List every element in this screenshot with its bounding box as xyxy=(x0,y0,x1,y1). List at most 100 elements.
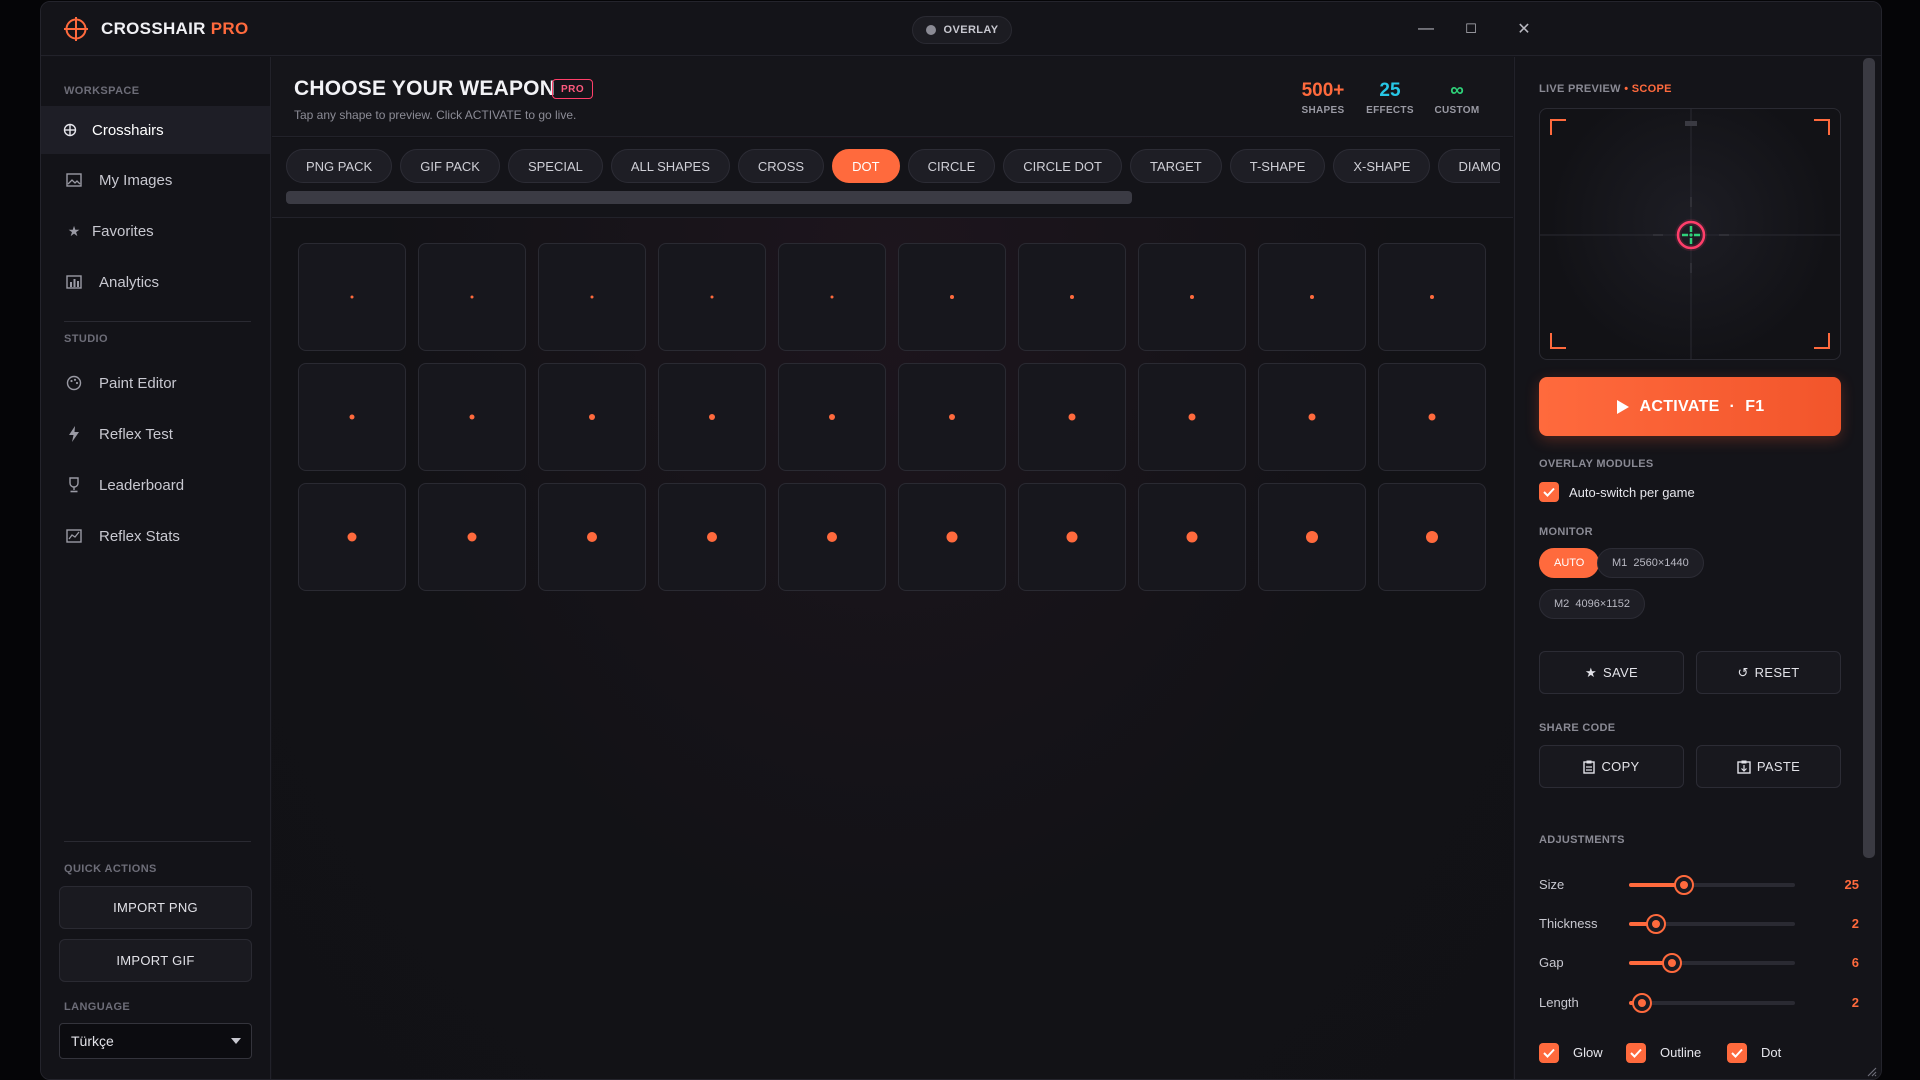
shape-tile[interactable] xyxy=(658,243,766,351)
tab-special[interactable]: SPECIAL xyxy=(507,149,603,183)
shape-tile[interactable] xyxy=(1258,363,1366,471)
sidebar-item-leaderboard[interactable]: Leaderboard xyxy=(41,461,270,509)
resize-grip-icon[interactable] xyxy=(1865,1065,1877,1077)
monitor-m1-button[interactable]: M1 2560×1440 xyxy=(1597,548,1704,578)
shape-tile[interactable] xyxy=(1378,483,1486,591)
close-button[interactable]: ✕ xyxy=(1515,20,1533,38)
shape-tile[interactable] xyxy=(778,243,886,351)
tab-x-shape[interactable]: X-SHAPE xyxy=(1333,149,1431,183)
overlay-toggle[interactable]: OVERLAY xyxy=(912,16,1012,44)
tab-all-shapes[interactable]: ALL SHAPES xyxy=(610,149,730,183)
tab-cross[interactable]: CROSS xyxy=(737,149,825,183)
stat-label: EFFECTS xyxy=(1366,105,1414,116)
shape-tile[interactable] xyxy=(1138,483,1246,591)
sidebar-item-my-images[interactable]: My Images xyxy=(41,156,270,204)
shape-tile[interactable] xyxy=(538,363,646,471)
crosshair-preview-icon xyxy=(1675,219,1707,251)
shape-tile[interactable] xyxy=(418,363,526,471)
shape-tile[interactable] xyxy=(1138,363,1246,471)
slider-thumb[interactable] xyxy=(1645,914,1666,934)
sidebar-item-favorites[interactable]: ★ Favorites xyxy=(41,207,270,255)
slider-thumb[interactable] xyxy=(1632,993,1653,1013)
tabs-scrollbar[interactable] xyxy=(286,191,1132,204)
overlay-modules-label: OVERLAY MODULES xyxy=(1539,458,1654,470)
dot-shape-icon xyxy=(829,414,835,420)
import-png-button[interactable]: IMPORT PNG xyxy=(59,886,252,929)
shape-tile[interactable] xyxy=(418,483,526,591)
right-panel-scrollbar[interactable] xyxy=(1863,58,1875,858)
tab-circle-dot[interactable]: CIRCLE DOT xyxy=(1003,149,1122,183)
dot-shape-icon xyxy=(470,295,474,299)
sidebar-item-reflex-test[interactable]: Reflex Test xyxy=(41,410,270,458)
shape-tile[interactable] xyxy=(298,363,406,471)
tab-dot[interactable]: DOT xyxy=(832,149,900,183)
auto-switch-checkbox[interactable] xyxy=(1539,482,1559,502)
right-panel: LIVE PREVIEW • SCOPE ACTIVATE · F1 OVERL… xyxy=(1514,57,1881,1079)
shape-tile[interactable] xyxy=(1018,483,1126,591)
shape-tile[interactable] xyxy=(1378,363,1486,471)
tab-target[interactable]: TARGET xyxy=(1129,149,1222,183)
activate-label: ACTIVATE xyxy=(1639,397,1720,415)
tab-t-shape[interactable]: T-SHAPE xyxy=(1229,149,1326,183)
stat-value: 25 xyxy=(1379,80,1401,101)
activate-button[interactable]: ACTIVATE · F1 xyxy=(1539,377,1841,436)
copy-button[interactable]: COPY xyxy=(1539,745,1684,788)
live-preview-label: LIVE PREVIEW • SCOPE xyxy=(1539,83,1672,95)
shape-tile[interactable] xyxy=(298,243,406,351)
slider-thumb[interactable] xyxy=(1662,953,1683,973)
shape-tile[interactable] xyxy=(1018,243,1126,351)
shape-tile[interactable] xyxy=(538,483,646,591)
tab-circle[interactable]: CIRCLE xyxy=(907,149,996,183)
checkmark-icon xyxy=(1543,1048,1555,1058)
tab-diamond[interactable]: DIAMOND xyxy=(1438,149,1500,183)
sidebar-item-reflex-stats[interactable]: Reflex Stats xyxy=(41,512,270,560)
import-gif-button[interactable]: IMPORT GIF xyxy=(59,939,252,982)
minimize-button[interactable]: — xyxy=(1417,20,1435,38)
tab-png-pack[interactable]: PNG PACK xyxy=(286,149,393,183)
sidebar-item-crosshairs[interactable]: Crosshairs xyxy=(41,106,270,154)
shape-tile[interactable] xyxy=(898,243,1006,351)
paste-button[interactable]: PASTE xyxy=(1696,745,1841,788)
shape-tile[interactable] xyxy=(1258,243,1366,351)
sidebar-item-paint-editor[interactable]: Paint Editor xyxy=(41,359,270,407)
shape-tile[interactable] xyxy=(418,243,526,351)
adjustment-slider-length[interactable] xyxy=(1629,993,1795,1013)
tab-gif-pack[interactable]: GIF PACK xyxy=(400,149,500,183)
shape-tile[interactable] xyxy=(658,483,766,591)
save-label: SAVE xyxy=(1603,665,1638,680)
shape-tile[interactable] xyxy=(538,243,646,351)
preview-mode-separator: • xyxy=(1624,83,1629,95)
shape-tile[interactable] xyxy=(898,483,1006,591)
shape-tile[interactable] xyxy=(1138,243,1246,351)
adjustment-slider-gap[interactable] xyxy=(1629,953,1795,973)
overlay-label: OVERLAY xyxy=(943,24,999,36)
shape-tile[interactable] xyxy=(658,363,766,471)
adjustment-slider-thickness[interactable] xyxy=(1629,914,1795,934)
monitor-auto-button[interactable]: AUTO xyxy=(1539,548,1600,578)
shape-tile[interactable] xyxy=(778,363,886,471)
tabs-clip: PNG PACK GIF PACK SPECIAL ALL SHAPES CROSS DO… xyxy=(272,138,1500,217)
language-select[interactable]: Türkçe xyxy=(59,1023,252,1059)
dot-shape-icon xyxy=(1430,295,1434,299)
shape-tile[interactable] xyxy=(778,483,886,591)
shape-tile[interactable] xyxy=(1378,243,1486,351)
reset-button[interactable]: ↺ RESET xyxy=(1696,651,1841,694)
shape-tile[interactable] xyxy=(1018,363,1126,471)
toggle-glow-checkbox[interactable] xyxy=(1539,1043,1559,1063)
clipboard-icon xyxy=(1583,760,1596,774)
shape-tile[interactable] xyxy=(1258,483,1366,591)
sidebar-item-label: Leaderboard xyxy=(99,476,185,494)
maximize-button[interactable]: ☐ xyxy=(1462,20,1480,38)
shape-tile[interactable] xyxy=(898,363,1006,471)
sidebar-item-analytics[interactable]: Analytics xyxy=(41,258,270,306)
toggle-dot-checkbox[interactable] xyxy=(1727,1043,1747,1063)
adjustments-label: ADJUSTMENTS xyxy=(1539,834,1625,846)
monitor-m2-button[interactable]: M2 4096×1152 xyxy=(1539,589,1645,619)
toggle-outline-checkbox[interactable] xyxy=(1626,1043,1646,1063)
shape-tile[interactable] xyxy=(298,483,406,591)
sidebar: WORKSPACE Crosshairs My Images ★ Favorit… xyxy=(41,57,271,1079)
adjustment-slider-size[interactable] xyxy=(1629,875,1795,895)
save-button[interactable]: ★ SAVE xyxy=(1539,651,1684,694)
slider-thumb[interactable] xyxy=(1673,875,1694,895)
preview-corner-br xyxy=(1814,333,1830,349)
